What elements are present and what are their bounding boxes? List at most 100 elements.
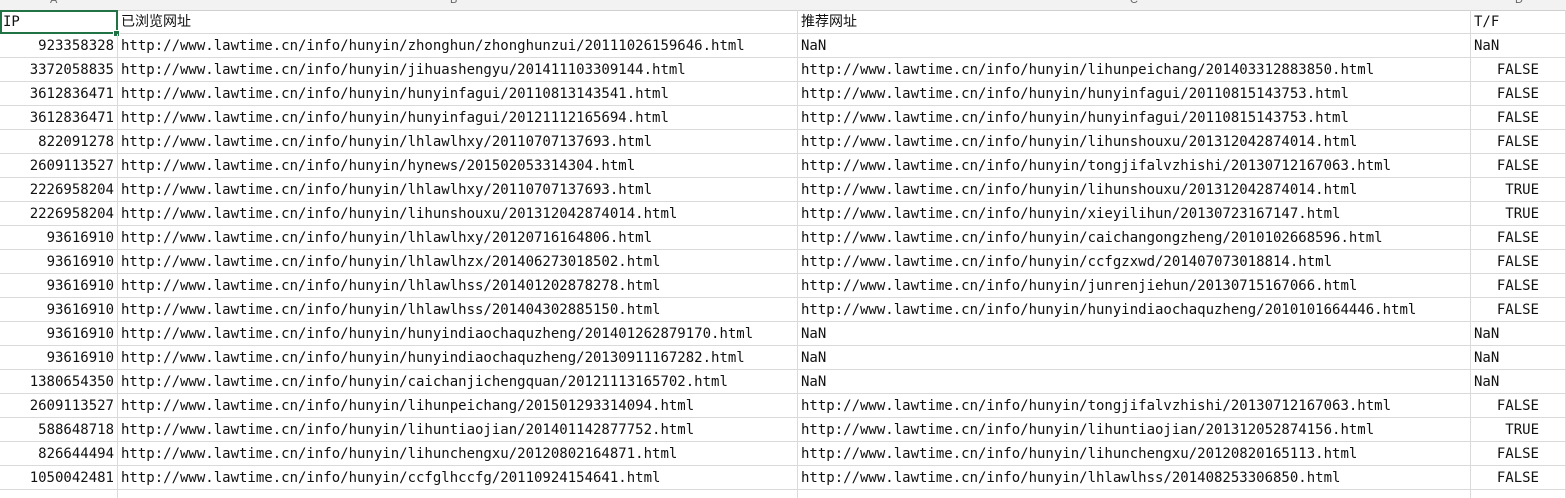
cell-tf[interactable]: FALSE xyxy=(1471,82,1566,106)
cell-viewed-url[interactable]: http://www.lawtime.cn/info/hunyin/lhlawl… xyxy=(118,178,798,202)
cell-viewed-url[interactable]: http://www.lawtime.cn/info/hunyin/ccfglh… xyxy=(118,466,798,490)
cell-viewed-url[interactable]: http://www.lawtime.cn/info/hunyin/lihunc… xyxy=(118,442,798,466)
cell-tf[interactable]: NaN xyxy=(1471,34,1566,58)
table-row: 3372058835 http://www.lawtime.cn/info/hun… xyxy=(0,58,1566,82)
cell-viewed-url[interactable]: http://www.lawtime.cn/info/hunyin/lhlawl… xyxy=(118,130,798,154)
column-letter-a[interactable]: A xyxy=(50,0,57,6)
table-row: 822091278 http://www.lawtime.cn/info/huny… xyxy=(0,130,1566,154)
column-letter-b[interactable]: B xyxy=(450,0,457,6)
cell-viewed-url[interactable]: http://www.lawtime.cn/info/hunyin/lihuns… xyxy=(118,202,798,226)
cell-recommended-url[interactable]: http://www.lawtime.cn/info/hunyin/junren… xyxy=(798,274,1471,298)
cell-ip[interactable]: 826644494 xyxy=(0,442,118,466)
cell-viewed-url[interactable]: http://www.lawtime.cn/info/hunyin/hunyin… xyxy=(118,106,798,130)
table-row: 588648718 http://www.lawtime.cn/info/huny… xyxy=(0,418,1566,442)
cell-viewed-url[interactable]: http://www.lawtime.cn/info/hunyin/hynews… xyxy=(118,154,798,178)
cell-recommended-url[interactable]: http://www.lawtime.cn/info/hunyin/lihunc… xyxy=(798,442,1471,466)
cell-ip[interactable]: 2226958204 xyxy=(0,178,118,202)
cell-tf[interactable]: TRUE xyxy=(1471,178,1566,202)
cell-viewed-url[interactable]: http://www.lawtime.cn/info/hunyin/zhongh… xyxy=(118,34,798,58)
table-row: 2226958204 http://www.lawtime.cn/info/hun… xyxy=(0,178,1566,202)
partial-cell-tf[interactable] xyxy=(1471,490,1566,498)
cell-viewed-url[interactable]: http://www.lawtime.cn/info/hunyin/lhlawl… xyxy=(118,298,798,322)
cell-viewed-url[interactable]: http://www.lawtime.cn/info/hunyin/lihunt… xyxy=(118,418,798,442)
cell-tf[interactable]: FALSE xyxy=(1471,298,1566,322)
cell-ip[interactable]: 2226958204 xyxy=(0,202,118,226)
cell-viewed-url[interactable]: http://www.lawtime.cn/info/hunyin/hunyin… xyxy=(118,346,798,370)
cell-recommended-url[interactable]: http://www.lawtime.cn/info/hunyin/lihuns… xyxy=(798,130,1471,154)
cell-tf[interactable]: TRUE xyxy=(1471,418,1566,442)
cell-viewed-url[interactable]: http://www.lawtime.cn/info/hunyin/caicha… xyxy=(118,370,798,394)
cell-ip[interactable]: 93616910 xyxy=(0,298,118,322)
cell-tf[interactable]: TRUE xyxy=(1471,202,1566,226)
cell-ip[interactable]: 3612836471 xyxy=(0,82,118,106)
cell-ip[interactable]: 1050042481 xyxy=(0,466,118,490)
cell-tf[interactable]: FALSE xyxy=(1471,226,1566,250)
cell-recommended-url[interactable]: NaN xyxy=(798,322,1471,346)
cell-tf[interactable]: FALSE xyxy=(1471,58,1566,82)
cell-viewed-url[interactable]: http://www.lawtime.cn/info/hunyin/lhlawl… xyxy=(118,250,798,274)
cell-viewed-url[interactable]: http://www.lawtime.cn/info/hunyin/lhlawl… xyxy=(118,274,798,298)
cell-tf[interactable]: NaN xyxy=(1471,346,1566,370)
cell-tf[interactable]: NaN xyxy=(1471,370,1566,394)
cell-recommended-url[interactable]: http://www.lawtime.cn/info/hunyin/lihuns… xyxy=(798,178,1471,202)
cell-tf[interactable]: FALSE xyxy=(1471,442,1566,466)
cell-recommended-url[interactable]: http://www.lawtime.cn/info/hunyin/lhlawl… xyxy=(798,466,1471,490)
table-row: 93616910 http://www.lawtime.cn/info/hunyi… xyxy=(0,298,1566,322)
partial-cell-recommended-url[interactable] xyxy=(798,490,1471,498)
cell-recommended-url[interactable]: http://www.lawtime.cn/info/hunyin/hunyin… xyxy=(798,298,1471,322)
table-row: 93616910 http://www.lawtime.cn/info/hunyi… xyxy=(0,274,1566,298)
table-row: 93616910 http://www.lawtime.cn/info/hunyi… xyxy=(0,322,1566,346)
partial-cell-viewed-url[interactable] xyxy=(118,490,798,498)
cell-ip[interactable]: 3372058835 xyxy=(0,58,118,82)
cell-recommended-url[interactable]: http://www.lawtime.cn/info/hunyin/tongji… xyxy=(798,394,1471,418)
cell-tf[interactable]: FALSE xyxy=(1471,130,1566,154)
table-row: 93616910 http://www.lawtime.cn/info/hunyi… xyxy=(0,346,1566,370)
cell-ip[interactable]: 93616910 xyxy=(0,250,118,274)
table-row: 3612836471 http://www.lawtime.cn/info/hun… xyxy=(0,82,1566,106)
cell-ip[interactable]: 588648718 xyxy=(0,418,118,442)
cell-viewed-url[interactable]: http://www.lawtime.cn/info/hunyin/jihuas… xyxy=(118,58,798,82)
cell-tf[interactable]: FALSE xyxy=(1471,274,1566,298)
cell-ip[interactable]: 93616910 xyxy=(0,346,118,370)
cell-ip[interactable]: 3612836471 xyxy=(0,106,118,130)
column-letter-c[interactable]: C xyxy=(1130,0,1138,6)
cell-tf[interactable]: NaN xyxy=(1471,322,1566,346)
cell-ip[interactable]: 923358328 xyxy=(0,34,118,58)
cell-viewed-url[interactable]: http://www.lawtime.cn/info/hunyin/hunyin… xyxy=(118,322,798,346)
cell-viewed-url[interactable]: http://www.lawtime.cn/info/hunyin/lihunp… xyxy=(118,394,798,418)
table-row: 3612836471 http://www.lawtime.cn/info/hun… xyxy=(0,106,1566,130)
cell-tf[interactable]: FALSE xyxy=(1471,250,1566,274)
header-cell-ip[interactable]: IP xyxy=(0,10,120,37)
cell-recommended-url[interactable]: http://www.lawtime.cn/info/hunyin/xieyil… xyxy=(798,202,1471,226)
cell-recommended-url[interactable]: http://www.lawtime.cn/info/hunyin/caicha… xyxy=(798,226,1471,250)
cell-recommended-url[interactable]: http://www.lawtime.cn/info/hunyin/ccfgzx… xyxy=(798,250,1471,274)
cell-recommended-url[interactable]: http://www.lawtime.cn/info/hunyin/lihunp… xyxy=(798,58,1471,82)
cell-ip[interactable]: 93616910 xyxy=(0,322,118,346)
cell-viewed-url[interactable]: http://www.lawtime.cn/info/hunyin/hunyin… xyxy=(118,82,798,106)
header-cell-recommended-url[interactable]: 推荐网址 xyxy=(798,10,1471,34)
column-letter-d[interactable]: D xyxy=(1515,0,1523,6)
cell-recommended-url[interactable]: NaN xyxy=(798,346,1471,370)
cell-viewed-url[interactable]: http://www.lawtime.cn/info/hunyin/lhlawl… xyxy=(118,226,798,250)
cell-tf[interactable]: FALSE xyxy=(1471,394,1566,418)
partial-cell-ip[interactable] xyxy=(0,490,118,498)
header-cell-tf[interactable]: T/F xyxy=(1471,10,1566,34)
table-row: 826644494 http://www.lawtime.cn/info/huny… xyxy=(0,442,1566,466)
cell-ip[interactable]: 2609113527 xyxy=(0,394,118,418)
cell-tf[interactable]: FALSE xyxy=(1471,154,1566,178)
header-cell-viewed-url[interactable]: 已浏览网址 xyxy=(118,10,798,34)
cell-ip[interactable]: 93616910 xyxy=(0,274,118,298)
cell-tf[interactable]: FALSE xyxy=(1471,466,1566,490)
cell-ip[interactable]: 93616910 xyxy=(0,226,118,250)
cell-recommended-url[interactable]: http://www.lawtime.cn/info/hunyin/hunyin… xyxy=(798,106,1471,130)
cell-recommended-url[interactable]: http://www.lawtime.cn/info/hunyin/hunyin… xyxy=(798,82,1471,106)
spreadsheet-grid[interactable]: A B C D IP 已浏览网址 推荐网址 T/F 923358328 http:… xyxy=(0,0,1566,498)
cell-tf[interactable]: FALSE xyxy=(1471,106,1566,130)
cell-ip[interactable]: 1380654350 xyxy=(0,370,118,394)
cell-ip[interactable]: 2609113527 xyxy=(0,154,118,178)
cell-recommended-url[interactable]: http://www.lawtime.cn/info/hunyin/tongji… xyxy=(798,154,1471,178)
cell-ip[interactable]: 822091278 xyxy=(0,130,118,154)
cell-recommended-url[interactable]: NaN xyxy=(798,34,1471,58)
cell-recommended-url[interactable]: NaN xyxy=(798,370,1471,394)
cell-recommended-url[interactable]: http://www.lawtime.cn/info/hunyin/lihunt… xyxy=(798,418,1471,442)
